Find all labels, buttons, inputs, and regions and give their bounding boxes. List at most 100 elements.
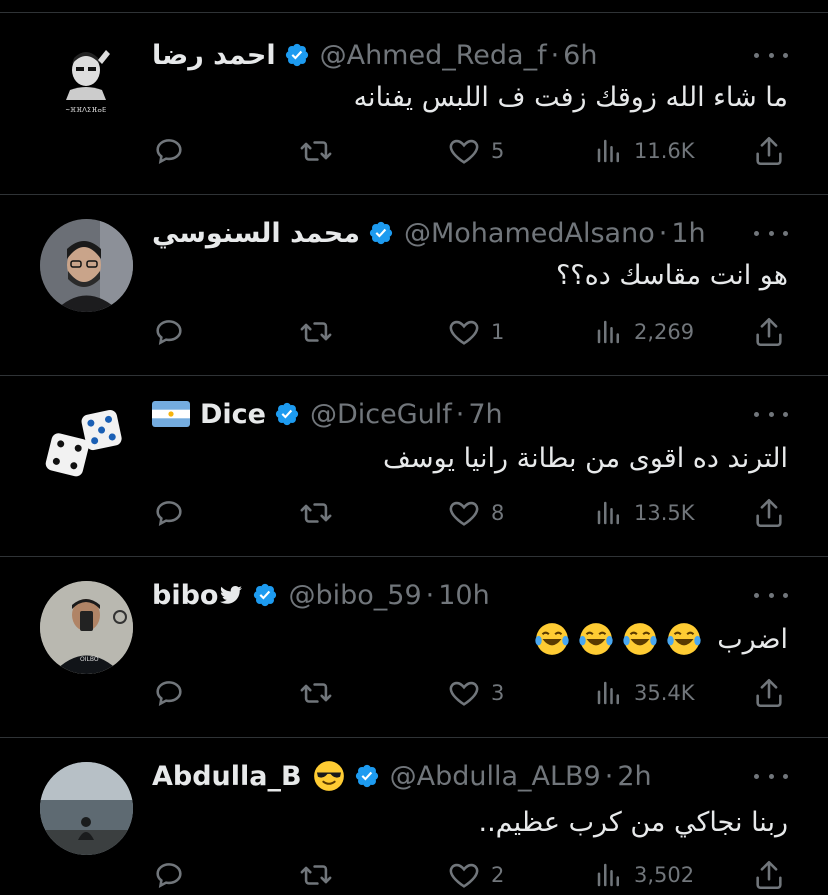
action-bar: 1 2,269 bbox=[152, 312, 788, 352]
handle[interactable]: @Ahmed_Reda_f bbox=[320, 40, 547, 71]
tweet-header: bibo @bibo_59 · 10h bbox=[152, 575, 738, 615]
sunglasses-emoji bbox=[312, 759, 346, 793]
handle[interactable]: @DiceGulf bbox=[310, 399, 452, 430]
tweet-header: محمد السنوسي @MohamedAlsano · 1h bbox=[152, 213, 738, 253]
avatar[interactable] bbox=[40, 762, 133, 855]
share-icon bbox=[756, 860, 782, 890]
retweet-button[interactable] bbox=[298, 855, 334, 895]
share-button[interactable] bbox=[752, 493, 786, 533]
retweet-icon bbox=[300, 865, 332, 885]
like-button[interactable]: 8 bbox=[447, 493, 504, 533]
like-count: 8 bbox=[491, 501, 505, 525]
more-options-icon[interactable] bbox=[754, 228, 788, 238]
share-button[interactable] bbox=[752, 131, 786, 171]
tweet-text: ربنا نجاكي من كرب عظيم.. bbox=[478, 806, 788, 838]
avatar[interactable]: OILBO bbox=[40, 581, 133, 674]
tweet-text: اضرب bbox=[533, 617, 788, 661]
avatar[interactable] bbox=[40, 400, 133, 493]
share-icon bbox=[756, 498, 782, 528]
verified-badge-icon bbox=[274, 401, 300, 427]
analytics-icon bbox=[597, 501, 619, 525]
like-button[interactable]: 3 bbox=[447, 673, 504, 713]
reply-button[interactable] bbox=[152, 131, 186, 171]
emoji-row bbox=[533, 620, 703, 658]
share-icon bbox=[756, 317, 782, 347]
views-button[interactable]: 11.6K bbox=[594, 131, 695, 171]
share-button[interactable] bbox=[752, 673, 786, 713]
reply-button[interactable] bbox=[152, 855, 186, 895]
view-count: 13.5K bbox=[634, 501, 695, 525]
handle[interactable]: @bibo_59 bbox=[288, 580, 421, 611]
laughing-tears-emoji bbox=[667, 623, 701, 655]
tweet-text: ما شاء الله زوقك زفت ف اللبس يفنانه bbox=[353, 81, 788, 113]
reply-icon bbox=[156, 139, 182, 164]
share-icon bbox=[756, 678, 782, 708]
retweet-icon bbox=[300, 503, 332, 523]
verified-badge-icon bbox=[252, 582, 278, 608]
tweet[interactable]: Dice @DiceGulf · 7h الترند ده اقوى من بط… bbox=[0, 376, 828, 557]
heart-icon bbox=[449, 320, 479, 345]
tweet-header: احمد رضا @Ahmed_Reda_f · 6h bbox=[152, 35, 738, 75]
like-button[interactable]: 5 bbox=[447, 131, 504, 171]
tweet[interactable]: Abdulla_B @Abdulla_ALB9 · 2h ربنا نجاكي … bbox=[0, 738, 828, 890]
views-button[interactable]: 2,269 bbox=[594, 312, 694, 352]
tweet-text: الترند ده اقوى من بطانة رانيا يوسف bbox=[383, 442, 788, 474]
tweet[interactable]: محمد السنوسي @MohamedAlsano · 1h هو انت … bbox=[0, 195, 828, 376]
tweet[interactable]: OILBO bibo @bibo_59 · 10h اضرب 3 35.4K bbox=[0, 557, 828, 738]
analytics-icon bbox=[597, 139, 619, 163]
more-options-icon[interactable] bbox=[754, 50, 788, 60]
share-button[interactable] bbox=[752, 855, 786, 895]
display-name[interactable]: Dice bbox=[200, 399, 266, 430]
display-name[interactable]: محمد السنوسي bbox=[152, 218, 360, 249]
analytics-icon bbox=[597, 863, 619, 887]
display-name[interactable]: bibo bbox=[152, 580, 218, 611]
avatar[interactable]: ~ⴼⴼⴷⵉⴼⴰⴹ bbox=[40, 30, 133, 123]
analytics-icon bbox=[597, 320, 619, 344]
verified-badge-icon bbox=[368, 220, 394, 246]
retweet-button[interactable] bbox=[298, 131, 334, 171]
like-count: 1 bbox=[491, 320, 505, 344]
reply-button[interactable] bbox=[152, 493, 186, 533]
retweet-button[interactable] bbox=[298, 673, 334, 713]
share-button[interactable] bbox=[752, 312, 786, 352]
separator: · bbox=[658, 217, 668, 249]
more-options-icon[interactable] bbox=[754, 590, 788, 600]
timestamp[interactable]: 1h bbox=[671, 218, 705, 249]
separator: · bbox=[604, 760, 614, 792]
timestamp[interactable]: 6h bbox=[563, 40, 597, 71]
separator: · bbox=[455, 398, 465, 430]
separator: · bbox=[550, 39, 560, 71]
heart-icon bbox=[449, 681, 479, 706]
action-bar: 2 3,502 bbox=[152, 855, 788, 895]
svg-text:OILBO: OILBO bbox=[80, 656, 99, 663]
like-button[interactable]: 1 bbox=[447, 312, 504, 352]
analytics-icon bbox=[597, 681, 619, 705]
reply-button[interactable] bbox=[152, 673, 186, 713]
display-name[interactable]: Abdulla_B bbox=[152, 761, 302, 792]
reply-button[interactable] bbox=[152, 312, 186, 352]
timestamp[interactable]: 10h bbox=[438, 580, 489, 611]
tweet[interactable]: ~ⴼⴼⴷⵉⴼⴰⴹ احمد رضا @Ahmed_Reda_f · 6h ما … bbox=[0, 13, 828, 195]
seaside-silhouette-avatar bbox=[40, 762, 133, 855]
views-button[interactable]: 13.5K bbox=[594, 493, 695, 533]
reply-icon bbox=[156, 320, 182, 345]
verified-badge-icon bbox=[354, 763, 380, 789]
views-button[interactable]: 3,502 bbox=[594, 855, 694, 895]
more-options-icon[interactable] bbox=[754, 409, 788, 419]
svg-text:~ⴼⴼⴷⵉⴼⴰⴹ: ~ⴼⴼⴷⵉⴼⴰⴹ bbox=[66, 106, 107, 114]
like-button[interactable]: 2 bbox=[447, 855, 504, 895]
more-options-icon[interactable] bbox=[754, 771, 788, 781]
views-button[interactable]: 35.4K bbox=[594, 673, 695, 713]
separator: · bbox=[425, 579, 435, 611]
display-name[interactable]: احمد رضا bbox=[152, 40, 276, 71]
retweet-button[interactable] bbox=[298, 312, 334, 352]
timestamp[interactable]: 7h bbox=[468, 399, 502, 430]
handle[interactable]: @MohamedAlsano bbox=[404, 218, 655, 249]
avatar[interactable] bbox=[40, 219, 133, 312]
reply-icon bbox=[156, 501, 182, 526]
timestamp[interactable]: 2h bbox=[617, 761, 651, 792]
handle[interactable]: @Abdulla_ALB9 bbox=[390, 761, 601, 792]
retweet-button[interactable] bbox=[298, 493, 334, 533]
view-count: 2,269 bbox=[634, 320, 695, 344]
argentina-flag-icon bbox=[152, 401, 190, 427]
